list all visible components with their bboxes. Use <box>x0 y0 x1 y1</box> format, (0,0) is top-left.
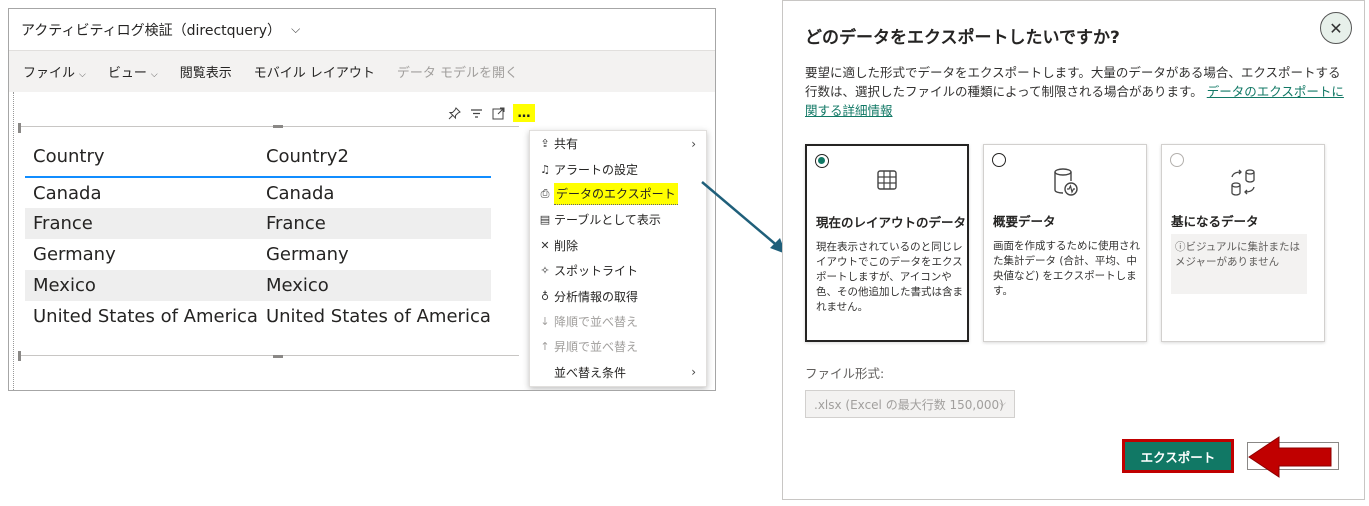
menu-mobile-layout[interactable]: モバイル レイアウト <box>254 62 375 81</box>
data-table: Country Country2 Canada Canada France Fran… <box>25 137 491 332</box>
sort-asc-icon: ↑ <box>540 340 550 354</box>
table-header-row: Country Country2 <box>25 137 491 177</box>
close-button[interactable]: ✕ <box>1320 12 1352 44</box>
canvas-border <box>13 92 14 390</box>
option-title: 概要データ <box>993 214 1056 229</box>
table-row[interactable]: Canada Canada <box>25 177 491 208</box>
menu-item-get-insights[interactable]: ♁ 分析情報の取得 <box>530 283 706 308</box>
option-summarized-data[interactable]: 概要データ 画面を作成するために使用された集計データ (合計、平均、中央値など)… <box>983 144 1147 342</box>
radio-button <box>1170 153 1184 167</box>
visual-context-menu: ⇪ 共有 › ♫ アラートの設定 ⎙ データのエクスポート ▤ テーブルとして表… <box>529 130 707 387</box>
table-cell: Canada <box>33 182 102 204</box>
option-info-note: ⓘビジュアルに集計またはメジャーがありません <box>1171 234 1307 294</box>
data-transfer-icon <box>1162 167 1324 203</box>
menu-open-data-model: データ モデルを開く <box>396 66 518 81</box>
database-chart-icon <box>984 167 1146 203</box>
option-title: 基になるデータ <box>1171 214 1259 229</box>
export-button[interactable]: エクスポート <box>1122 439 1234 473</box>
menu-item-sort-descending: ↓ 降順で並べ替え <box>530 309 706 334</box>
bell-icon: ♫ <box>540 162 550 176</box>
chevron-right-icon: › <box>691 365 696 380</box>
table-visual[interactable]: Country Country2 Canada Canada France Fran… <box>18 123 519 361</box>
resize-handle[interactable] <box>18 351 21 361</box>
option-description: 現在表示されているのと同じレイアウトでこのデータをエクスポートしますが、アイコン… <box>816 241 963 313</box>
resize-handle[interactable] <box>18 123 21 133</box>
resize-handle[interactable] <box>273 125 283 128</box>
table-row[interactable]: Mexico Mexico <box>25 270 491 301</box>
table-cell: France <box>25 208 258 239</box>
annotation-arrow <box>1248 436 1332 478</box>
table-cell: Germany <box>265 244 349 265</box>
table-cell: Germany <box>33 244 116 265</box>
menu-item-export-data[interactable]: ⎙ データのエクスポート <box>530 182 706 207</box>
more-options-icon[interactable]: … <box>513 104 535 122</box>
dialog-description: 要望に適した形式でデータをエクスポートします。大量のデータがある場合、エクスポー… <box>805 65 1344 118</box>
focus-mode-icon[interactable] <box>487 104 509 122</box>
option-underlying-data: 基になるデータ ⓘビジュアルに集計またはメジャーがありません <box>1161 144 1325 342</box>
annotation-arrow <box>701 181 786 254</box>
chevron-right-icon: › <box>691 136 696 151</box>
spotlight-icon: ✧ <box>540 264 550 278</box>
report-title-bar[interactable]: アクティビティログ検証（directquery） ⌵ <box>9 9 715 50</box>
table-grid-icon <box>807 168 967 198</box>
table-cell: France <box>257 208 491 239</box>
file-format-label: ファイル形式: <box>805 366 885 381</box>
table-view-icon: ▤ <box>539 213 551 227</box>
chevron-down-icon: ⌵ <box>150 70 158 80</box>
dialog-title: どのデータをエクスポートしたいですか? <box>805 28 1120 48</box>
menu-bar: ファイル ⌵ ビュー ⌵ 閲覧表示 モバイル レイアウト データ モデルを開く <box>9 50 715 92</box>
table-row[interactable]: United States of America United States of… <box>25 301 491 332</box>
filter-icon[interactable] <box>465 104 487 122</box>
option-description: 画面を作成するために使用された集計データ (合計、平均、中央値など) をエクスポ… <box>993 240 1140 297</box>
menu-view[interactable]: ビュー ⌵ <box>108 62 158 81</box>
visual-header-toolbar: … <box>443 104 535 122</box>
chevron-down-icon[interactable]: ⌵ <box>291 22 300 37</box>
table-cell: Canada <box>265 182 335 204</box>
export-data-dialog: どのデータをエクスポートしたいですか? ✕ 要望に適した形式でデータをエクスポー… <box>782 0 1365 500</box>
menu-item-share[interactable]: ⇪ 共有 › <box>530 131 706 156</box>
column-header[interactable]: Country2 <box>258 137 491 177</box>
export-icon: ⎙ <box>540 187 550 201</box>
option-title: 現在のレイアウトのデータ <box>816 215 967 230</box>
sort-desc-icon: ↓ <box>540 314 550 328</box>
table-cell: United States of America <box>265 306 491 327</box>
menu-item-set-alert[interactable]: ♫ アラートの設定 <box>530 156 706 181</box>
table-row[interactable]: Germany Germany <box>25 239 491 270</box>
close-icon: ✕ <box>1329 18 1343 38</box>
table-cell: United States of America <box>33 306 258 327</box>
lightbulb-icon: ♁ <box>540 289 550 303</box>
close-icon: ✕ <box>540 238 550 252</box>
file-format-select: .xlsx (Excel の最大行数 150,000) ⌵ <box>805 390 1015 418</box>
pin-icon[interactable] <box>443 104 465 122</box>
radio-button[interactable] <box>992 153 1006 167</box>
radio-button[interactable] <box>815 154 829 168</box>
report-window: アクティビティログ検証（directquery） ⌵ ファイル ⌵ ビュー ⌵ 閲覧… <box>8 8 716 391</box>
column-header[interactable]: Country <box>25 137 258 177</box>
table-cell: Mexico <box>257 270 491 301</box>
menu-item-sort-ascending: ↑ 昇順で並べ替え <box>530 334 706 359</box>
menu-item-show-as-table[interactable]: ▤ テーブルとして表示 <box>530 207 706 232</box>
menu-item-remove[interactable]: ✕ 削除 <box>530 233 706 258</box>
report-title: アクティビティログ検証（directquery） <box>21 22 282 39</box>
share-icon: ⇪ <box>540 137 550 151</box>
table-cell: Mexico <box>25 270 258 301</box>
chevron-down-icon: ⌵ <box>79 70 86 80</box>
option-current-layout[interactable]: 現在のレイアウトのデータ 現在表示されているのと同じレイアウトでこのデータをエク… <box>805 144 969 342</box>
menu-file[interactable]: ファイル ⌵ <box>23 62 86 81</box>
table-row[interactable]: France France <box>25 208 491 239</box>
chevron-down-icon: ⌵ <box>999 399 1006 409</box>
menu-item-spotlight[interactable]: ✧ スポットライト <box>530 258 706 283</box>
resize-handle[interactable] <box>273 355 283 358</box>
menu-item-sort-by[interactable]: 並べ替え条件 › <box>530 360 706 385</box>
menu-reading-view[interactable]: 閲覧表示 <box>180 62 232 81</box>
